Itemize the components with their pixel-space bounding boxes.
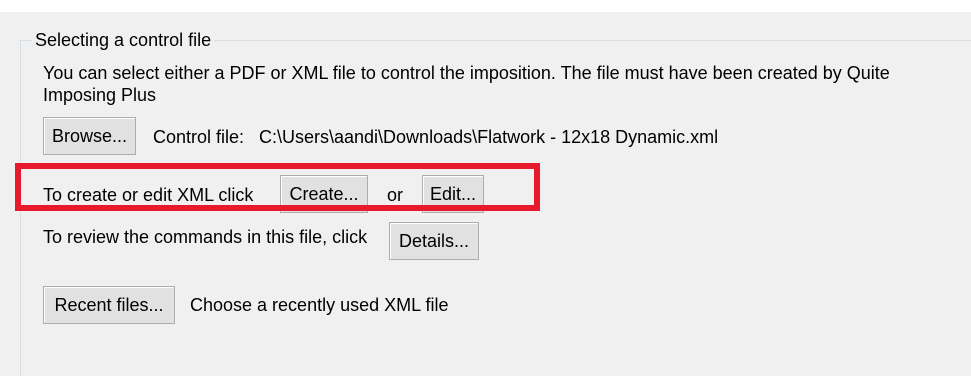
control-file-path: C:\Users\aandi\Downloads\Flatwork - 12x1… [259,127,719,147]
dialog-panel: Selecting a control file You can select … [0,0,971,376]
red-highlight-box [15,163,540,211]
groupbox-description: You can select either a PDF or XML file … [43,63,890,105]
groupbox-title: Selecting a control file [32,30,215,50]
recent-files-button[interactable]: Recent files... [43,286,175,324]
control-file-label: Control file: [153,127,245,147]
top-strip [0,0,971,12]
details-button[interactable]: Details... [389,222,479,260]
browse-button[interactable]: Browse... [43,117,136,155]
recent-files-hint: Choose a recently used XML file [190,295,449,315]
review-commands-prompt: To review the commands in this file, cli… [43,227,368,247]
